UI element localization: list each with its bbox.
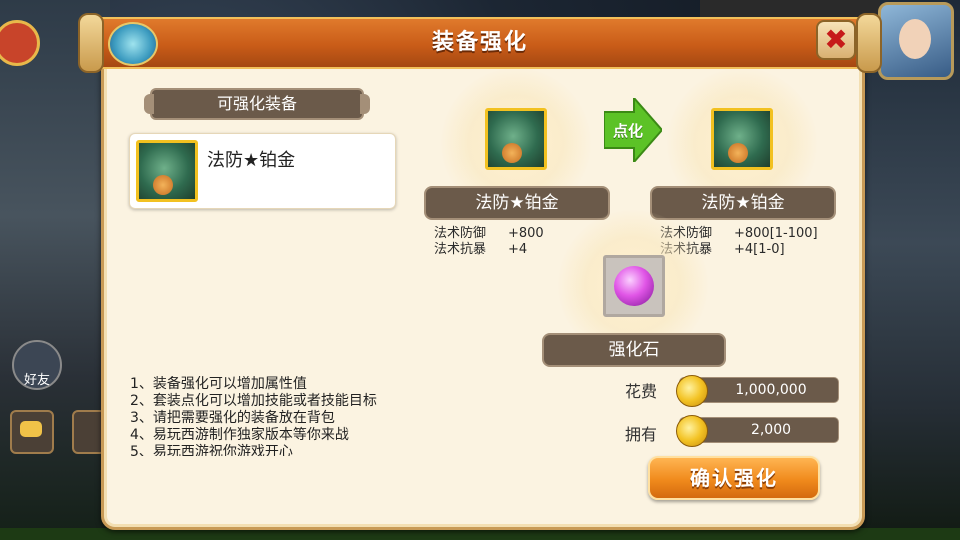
stat-value: +4 (508, 242, 528, 257)
tips-list: 1、装备强化可以增加属性值 2、套装点化可以增加技能或者技能目标 3、请把需要强… (130, 376, 460, 456)
cost-value: 1,000,000 (735, 382, 807, 398)
current-item-stats: 法术防御 +800 法术抗暴 +4 (434, 226, 544, 258)
dialog-title-bar: 装备强化 (78, 13, 882, 73)
owned-label: 拥有 (625, 425, 658, 444)
gold-coin-icon (676, 375, 708, 407)
stat-label: 法术抗暴 (434, 242, 487, 257)
material-slot[interactable] (603, 255, 665, 317)
current-item-slot[interactable] (485, 108, 547, 170)
current-item-name: 法防★铂金 (426, 188, 608, 218)
stat-value: +4[1-0] (734, 242, 785, 257)
result-item-slot[interactable] (711, 108, 773, 170)
player-portrait-avatar[interactable] (878, 2, 954, 80)
dialog-title: 装备强化 (431, 30, 528, 55)
material-name: 强化石 (544, 335, 724, 365)
tip-line: 5、易玩西游祝你游戏开心 (130, 444, 293, 456)
game-scene-right (850, 0, 960, 540)
chat-button-icon[interactable] (10, 410, 54, 454)
tip-line: 1、装备强化可以增加属性值 (130, 376, 307, 392)
close-button[interactable]: ✖ (816, 20, 856, 60)
game-scene-left (0, 0, 110, 540)
tip-line: 2、套装点化可以增加技能或者技能目标 (130, 393, 377, 409)
cloud-emblem-icon (108, 22, 158, 66)
stat-label: 法术防御 (434, 226, 487, 241)
stat-value: +800 (508, 226, 544, 241)
friends-button[interactable]: 好友 (12, 340, 62, 390)
result-item-name: 法防★铂金 (652, 188, 834, 218)
enhanceable-equipment-header: 可强化装备 (144, 90, 370, 118)
owned-value: 2,000 (750, 422, 792, 438)
stat-value: +800[1-100] (734, 226, 818, 241)
confirm-enhance-button[interactable]: 确认强化 (648, 456, 820, 500)
cost-label: 花费 (625, 382, 658, 401)
equipment-list-item[interactable]: 法防★铂金 (129, 133, 396, 209)
equipment-list-item-name: 法防★铂金 (207, 150, 296, 171)
jade-pendant-icon (136, 140, 198, 202)
tip-line: 4、易玩西游制作独家版本等你来战 (130, 427, 349, 443)
gold-coin-icon (676, 415, 708, 447)
friends-label: 好友 (23, 373, 50, 388)
upgrade-arrow-label: 点化 (612, 122, 643, 140)
tip-line: 3、请把需要强化的装备放在背包 (130, 410, 335, 426)
